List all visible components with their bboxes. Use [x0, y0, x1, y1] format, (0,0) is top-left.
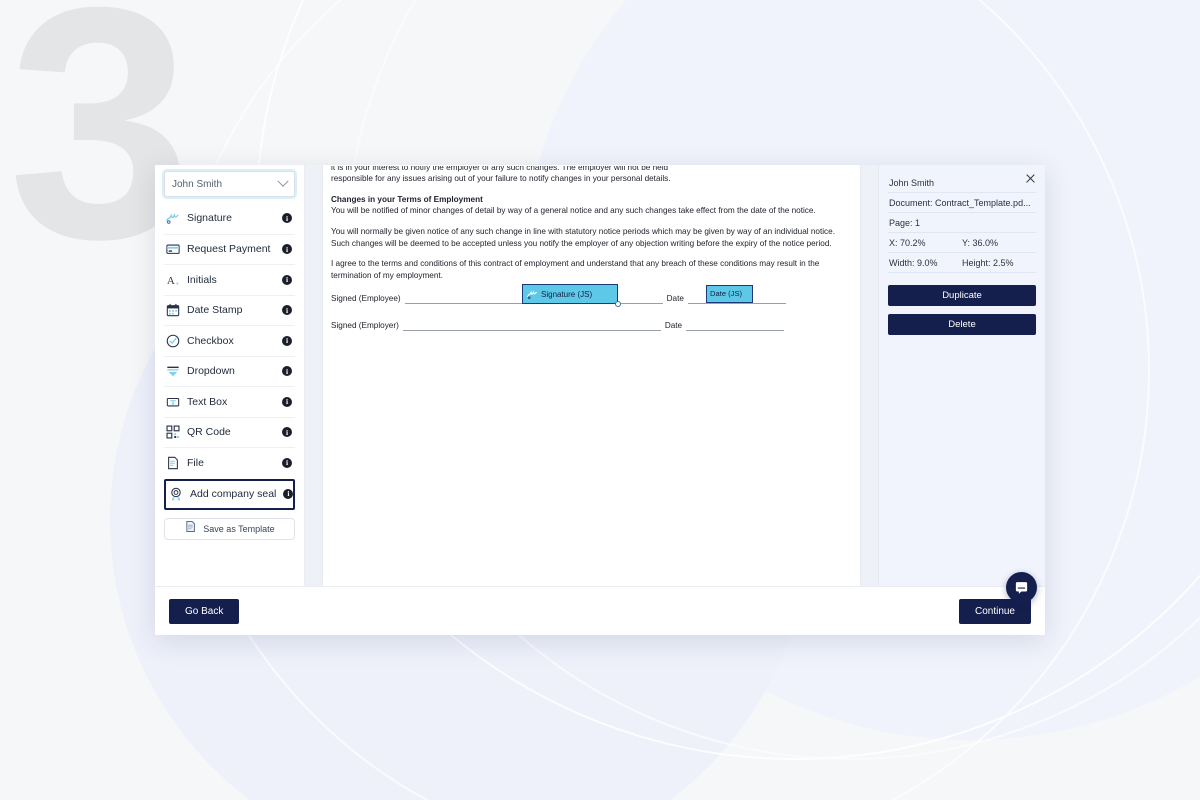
document-paragraph: I agree to the terms and conditions of t…	[331, 258, 852, 281]
field-item-date-stamp[interactable]: Date Stamp i	[164, 294, 295, 326]
signature-line-employer: Signed (Employer) Date	[331, 317, 852, 332]
field-item-dropdown[interactable]: Dropdown i	[164, 355, 295, 387]
document-paragraph-heading: Changes in your Terms of Employment	[331, 194, 483, 204]
info-icon[interactable]: i	[282, 305, 292, 316]
info-icon[interactable]: i	[282, 396, 292, 407]
field-item-checkbox[interactable]: Checkbox i	[164, 325, 295, 356]
info-icon[interactable]: i	[282, 274, 292, 285]
initials-icon: A	[166, 273, 180, 287]
chat-launcher-button[interactable]	[1006, 572, 1037, 603]
svg-text:A: A	[167, 275, 175, 287]
field-properties-panel: John Smith Document: Contract_Template.p…	[878, 165, 1045, 586]
info-icon[interactable]: i	[282, 244, 292, 255]
property-page: Page: 1	[888, 213, 1036, 233]
document-paragraph-body: responsible for any issues arising out o…	[331, 174, 671, 183]
field-item-label: Initials	[187, 273, 217, 286]
property-x: X: 70.2%	[889, 238, 926, 248]
placed-field-date[interactable]: Date (JS)	[706, 285, 753, 304]
property-document: Document: Contract_Template.pd...	[888, 193, 1036, 213]
property-size: Width: 9.0% Height: 2.5%	[888, 253, 1036, 273]
text-box-icon	[166, 395, 180, 409]
info-icon[interactable]: i	[282, 366, 292, 377]
field-item-request-payment[interactable]: Request Payment i	[164, 233, 295, 265]
field-item-label: File	[187, 456, 204, 469]
recipient-select[interactable]: John Smith	[164, 171, 295, 197]
dropdown-icon	[166, 364, 180, 378]
field-item-label: Add company seal	[190, 488, 277, 500]
document-text: it is in your interest to notify the emp…	[331, 165, 852, 332]
credit-card-icon	[166, 242, 180, 256]
field-item-label: Request Payment	[187, 243, 271, 256]
placed-field-label: Date (JS)	[710, 289, 743, 299]
qr-code-icon	[166, 425, 180, 439]
field-item-qr-code[interactable]: QR Code i	[164, 416, 295, 448]
editor-body: John Smith Signature i Request Payment i…	[155, 165, 1045, 586]
document-clipped-line: it is in your interest to notify the emp…	[331, 166, 852, 173]
field-item-label: Date Stamp	[187, 304, 243, 317]
property-recipient: John Smith	[888, 173, 1036, 193]
field-item-initials[interactable]: A Initials i	[164, 264, 295, 295]
placed-field-signature[interactable]: Signature (JS)	[522, 284, 621, 308]
check-circle-icon	[166, 334, 180, 348]
info-icon[interactable]: i	[282, 335, 292, 346]
signature-rule	[402, 321, 661, 332]
recipient-select-value: John Smith	[172, 178, 223, 190]
field-item-file[interactable]: File i	[164, 447, 295, 478]
document-editor-card: John Smith Signature i Request Payment i…	[155, 165, 1045, 635]
signature-glyph-icon	[527, 290, 537, 299]
company-seal-icon	[169, 487, 183, 501]
field-palette-sidebar: John Smith Signature i Request Payment i…	[155, 165, 305, 586]
file-icon	[166, 456, 180, 470]
field-item-signature[interactable]: Signature i	[164, 203, 295, 234]
field-type-list: Signature i Request Payment i A Initials…	[164, 203, 295, 510]
document-clipped-line-text: it is in your interest to notify the emp…	[331, 166, 669, 172]
save-as-template-label: Save as Template	[203, 523, 275, 534]
delete-button[interactable]: Delete	[888, 314, 1036, 335]
document-paragraph: responsible for any issues arising out o…	[331, 173, 852, 185]
field-item-label: Checkbox	[187, 334, 234, 347]
property-position: X: 70.2% Y: 36.0%	[888, 233, 1036, 253]
property-width: Width: 9.0%	[889, 258, 938, 268]
calendar-icon	[166, 303, 180, 317]
document-paragraph-body: You will normally be given notice of any…	[331, 226, 835, 248]
info-icon[interactable]: i	[282, 457, 292, 468]
document-paragraph: Changes in your Terms of Employment You …	[331, 194, 852, 217]
document-paragraph: You will normally be given notice of any…	[331, 226, 852, 249]
duplicate-button[interactable]: Duplicate	[888, 285, 1036, 306]
placed-field-label: Signature (JS)	[541, 289, 593, 299]
property-height: Height: 2.5%	[962, 258, 1014, 268]
signature-icon	[166, 211, 180, 225]
resize-handle[interactable]	[615, 301, 621, 308]
field-item-text-box[interactable]: Text Box i	[164, 386, 295, 417]
signature-line-employee: Signed (Employee) Date Signature (JS) Da…	[331, 284, 852, 308]
field-item-label: Signature	[187, 212, 232, 225]
info-icon[interactable]: i	[282, 213, 292, 224]
property-y: Y: 36.0%	[962, 238, 999, 248]
date-label: Date	[664, 320, 683, 330]
document-paragraph-body: I agree to the terms and conditions of t…	[331, 259, 820, 280]
field-item-label: Text Box	[187, 395, 228, 408]
date-rule	[686, 321, 785, 332]
go-back-button[interactable]: Go Back	[169, 598, 240, 624]
chat-bubble-icon	[1015, 582, 1028, 594]
signature-line-label: Signed (Employee)	[331, 293, 401, 303]
document-canvas[interactable]: it is in your interest to notify the emp…	[305, 165, 878, 586]
document-page[interactable]: it is in your interest to notify the emp…	[323, 165, 860, 586]
chevron-down-icon	[277, 175, 289, 187]
template-document-icon	[184, 520, 197, 538]
close-icon[interactable]	[1024, 172, 1037, 185]
document-paragraph-body: You will be notified of minor changes of…	[331, 206, 816, 216]
field-item-label: QR Code	[187, 426, 231, 439]
save-as-template-button[interactable]: Save as Template	[164, 517, 295, 540]
info-icon[interactable]: i	[283, 489, 294, 499]
editor-footer: Go Back Continue	[155, 586, 1045, 635]
field-item-add-company-seal[interactable]: Add company seal i	[164, 478, 295, 510]
field-item-label: Dropdown	[187, 365, 235, 378]
signature-line-label: Signed (Employer)	[331, 320, 399, 330]
date-label: Date	[666, 293, 684, 303]
info-icon[interactable]: i	[282, 427, 292, 438]
